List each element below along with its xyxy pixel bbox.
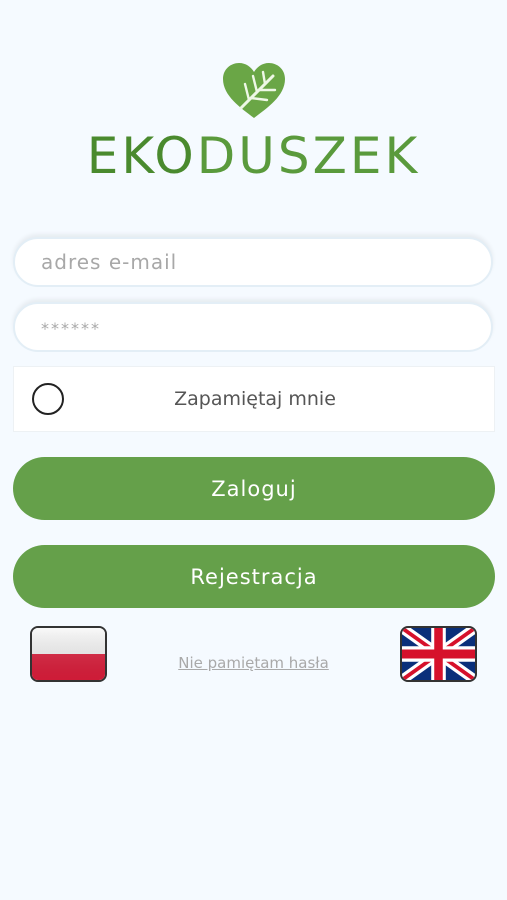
app-logo-text: EKODUSZEK bbox=[0, 128, 507, 184]
password-input[interactable] bbox=[13, 302, 493, 352]
poland-flag-icon[interactable] bbox=[30, 626, 107, 682]
remember-me-label: Zapamiętaj mnie bbox=[174, 388, 336, 410]
leaf-heart-icon bbox=[222, 63, 285, 118]
register-button[interactable]: Rejestracja bbox=[13, 545, 495, 608]
remember-me-row[interactable]: Zapamiętaj mnie bbox=[13, 366, 495, 432]
logo-text-duszek: DUSZEK bbox=[196, 127, 421, 185]
app-logo: EKODUSZEK bbox=[0, 62, 507, 184]
uk-flag-icon[interactable] bbox=[400, 626, 477, 682]
logo-text-eko: EKO bbox=[86, 127, 197, 185]
forgot-password-link[interactable]: Nie pamiętam hasła bbox=[130, 654, 377, 672]
login-button[interactable]: Zaloguj bbox=[13, 457, 495, 520]
email-input[interactable] bbox=[13, 237, 493, 287]
